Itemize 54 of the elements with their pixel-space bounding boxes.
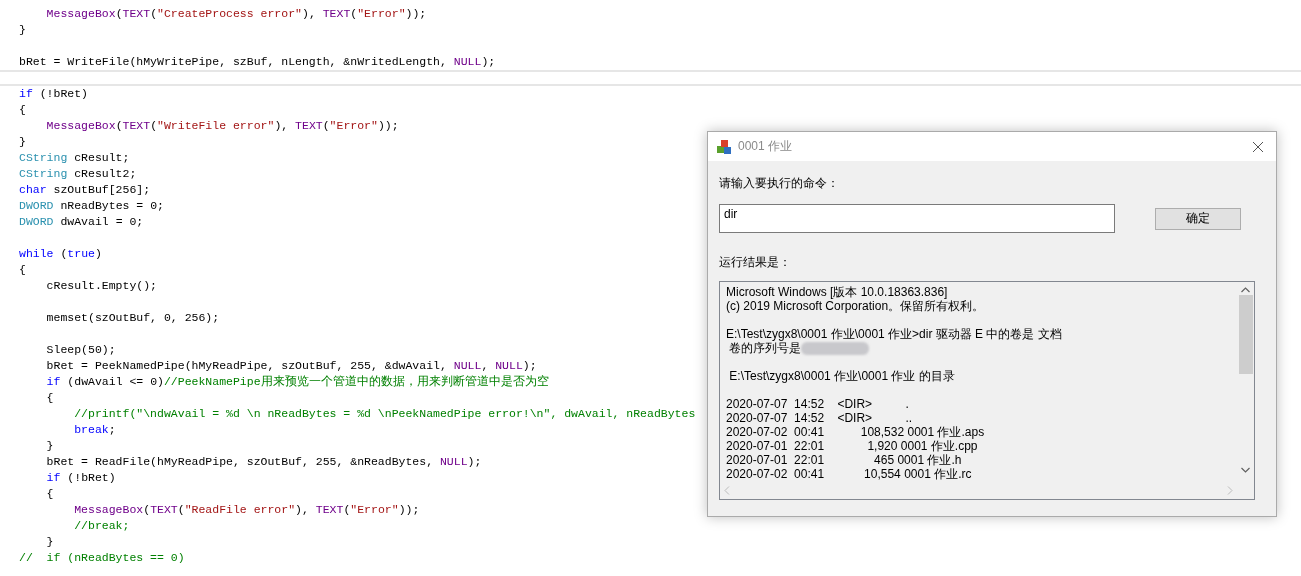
code-line: } <box>45 535 54 548</box>
code-line: CString cResult; <box>19 151 130 164</box>
code-line: memset(szOutBuf, 0, 256); <box>45 311 220 324</box>
close-icon <box>1252 140 1264 153</box>
code-line: } <box>19 135 26 148</box>
code-line: MessageBox(TEXT("ReadFile error"), TEXT("Error")); <box>73 503 420 516</box>
code-line: //printf("\ndwAvail = %d \n nReadBytes = %d \nPeekNamedPipe error!\n", dwAvail, nReadBytes <box>73 407 696 420</box>
code-line: if (!bRet) <box>45 471 116 484</box>
code-line: { <box>45 391 54 404</box>
code-line: } <box>19 23 26 36</box>
code-line: cResult.Empty(); <box>45 279 158 292</box>
code-line: //break; <box>73 519 130 532</box>
code-line: { <box>19 263 26 276</box>
code-line: // if (nReadBytes == 0) <box>19 551 185 564</box>
redacted-block <box>801 341 870 355</box>
code-line: while (true) <box>19 247 102 260</box>
output-line: 2020-07-02 00:41 108,532 0001 作业.aps <box>726 425 985 439</box>
output-line: 2020-07-02 00:41 10,554 0001 作业.rc <box>726 467 972 481</box>
ok-button[interactable]: 确定 <box>1155 207 1241 230</box>
code-line: DWORD nReadBytes = 0; <box>19 199 164 212</box>
scroll-left-icon[interactable] <box>724 486 730 495</box>
output-line: (c) 2019 Microsoft Corporation。保留所有权利。 <box>726 299 985 313</box>
output-line: 2020-07-01 22:01 465 0001 作业.h <box>726 453 962 467</box>
code-line: { <box>45 487 54 500</box>
code-line: if (dwAvail <= 0)//PeekNamePipe用来预览一个管道中的数据，用来判断管道中是否为空 <box>45 375 549 388</box>
scroll-up-icon[interactable] <box>1241 287 1250 293</box>
code-line: { <box>19 103 26 116</box>
code-line: CString cResult2; <box>19 167 137 180</box>
scroll-down-icon[interactable] <box>1241 467 1250 473</box>
code-line: bRet = PeekNamedPipe(hMyReadPipe, szOutBuf, 255, &dwAvail, NULL, NULL); <box>45 359 537 372</box>
app-icon <box>716 138 732 155</box>
code-line: break; <box>73 423 116 436</box>
command-input[interactable]: dir <box>719 204 1115 233</box>
window-title: 0001 作业 <box>738 138 794 155</box>
code-line: MessageBox(TEXT("CreateProcess error"), TEXT("Error")); <box>45 7 427 20</box>
code-line: if (!bRet) <box>19 87 89 100</box>
output-line: 2020-07-01 22:01 1,920 0001 作业.cpp <box>726 439 978 453</box>
output-line: Microsoft Windows [版本 10.0.18363.836] <box>726 285 948 299</box>
command-label: 请输入要执行的命令： <box>719 176 839 190</box>
output-line: E:\Test\zygx8\0001 作业\0001 作业 的目录 <box>728 369 955 383</box>
scroll-thumb[interactable] <box>1238 295 1253 374</box>
code-line: MessageBox(TEXT("WriteFile error"), TEXT("Error")); <box>45 119 399 132</box>
code-line: DWORD dwAvail = 0; <box>19 215 144 228</box>
output-line: 2020-07-07 14:52 <DIR> .. <box>726 411 913 425</box>
scroll-right-icon[interactable] <box>1227 486 1233 495</box>
code-line: char szOutBuf[256]; <box>19 183 151 196</box>
output-line: 2020-07-07 14:52 <DIR> . <box>726 397 909 411</box>
code-line: Sleep(50); <box>45 343 116 356</box>
output-line: 卷的序列号是 <box>728 341 802 355</box>
code-line: } <box>45 439 54 452</box>
result-label: 运行结果是： <box>719 255 791 269</box>
output-line: E:\Test\zygx8\0001 作业\0001 作业>dir 驱动器 E 中的卷是 文档 <box>726 327 1062 341</box>
code-line: bRet = WriteFile(hMyWritePipe, szBuf, nLength, &nWritedLength, NULL); <box>19 55 496 68</box>
code-line: bRet = ReadFile(hMyReadPipe, szOutBuf, 255, &nReadBytes, NULL); <box>45 455 482 468</box>
